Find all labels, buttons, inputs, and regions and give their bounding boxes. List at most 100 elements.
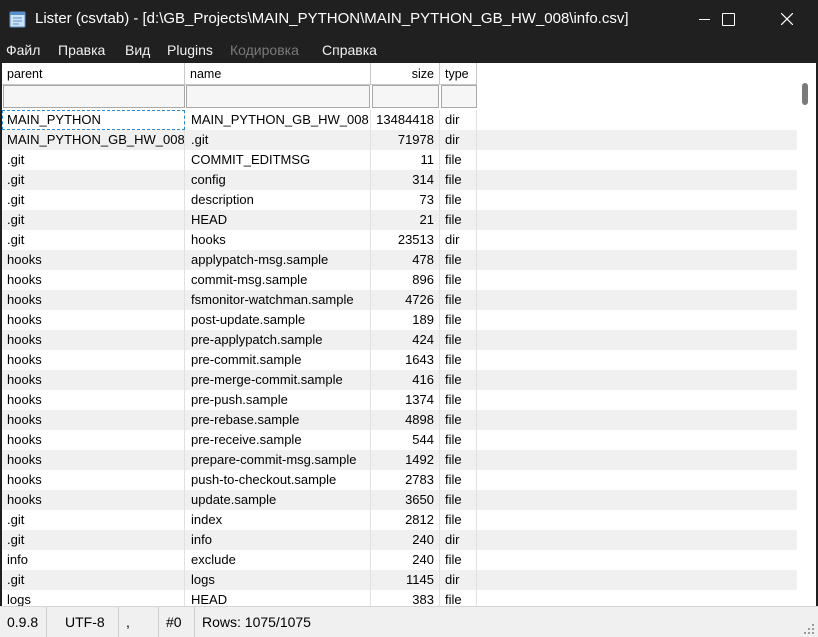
table-row[interactable]: .git COMMIT_EDITMSG 11 file <box>2 150 797 170</box>
cell-size[interactable]: 13484418 <box>371 110 440 130</box>
cell-name[interactable]: fsmonitor-watchman.sample <box>185 290 371 310</box>
table-row[interactable]: .git logs 1145 dir <box>2 570 797 590</box>
cell-size[interactable]: 240 <box>371 530 440 550</box>
table-row[interactable]: .git hooks 23513 dir <box>2 230 797 250</box>
cell-parent[interactable]: hooks <box>2 270 185 290</box>
cell-name[interactable]: pre-commit.sample <box>185 350 371 370</box>
cell-type[interactable]: dir <box>440 110 477 130</box>
cell-type[interactable]: file <box>440 310 477 330</box>
cell-type[interactable]: dir <box>440 570 477 590</box>
cell-parent[interactable]: hooks <box>2 370 185 390</box>
cell-type[interactable]: file <box>440 170 477 190</box>
cell-name[interactable]: post-update.sample <box>185 310 371 330</box>
cell-size[interactable]: 1492 <box>371 450 440 470</box>
cell-parent[interactable]: logs <box>2 590 185 606</box>
table-row[interactable]: .git description 73 file <box>2 190 797 210</box>
cell-size[interactable]: 11 <box>371 150 440 170</box>
cell-parent[interactable]: hooks <box>2 390 185 410</box>
table-row[interactable]: info exclude 240 file <box>2 550 797 570</box>
cell-size[interactable]: 314 <box>371 170 440 190</box>
resize-grip-icon[interactable] <box>803 622 815 634</box>
cell-name[interactable]: HEAD <box>185 590 371 606</box>
cell-type[interactable]: file <box>440 370 477 390</box>
cell-size[interactable]: 416 <box>371 370 440 390</box>
cell-size[interactable]: 1145 <box>371 570 440 590</box>
cell-parent[interactable]: hooks <box>2 470 185 490</box>
cell-type[interactable]: file <box>440 470 477 490</box>
table-row[interactable]: hooks pre-push.sample 1374 file <box>2 390 797 410</box>
table-row[interactable]: hooks applypatch-msg.sample 478 file <box>2 250 797 270</box>
cell-size[interactable]: 1374 <box>371 390 440 410</box>
vertical-scrollbar[interactable] <box>797 63 816 606</box>
table-row[interactable]: .git config 314 file <box>2 170 797 190</box>
cell-name[interactable]: pre-merge-commit.sample <box>185 370 371 390</box>
cell-parent[interactable]: hooks <box>2 490 185 510</box>
cell-parent[interactable]: hooks <box>2 250 185 270</box>
cell-size[interactable]: 2812 <box>371 510 440 530</box>
table-row[interactable]: .git index 2812 file <box>2 510 797 530</box>
cell-name[interactable]: commit-msg.sample <box>185 270 371 290</box>
cell-type[interactable]: file <box>440 550 477 570</box>
cell-name[interactable]: pre-push.sample <box>185 390 371 410</box>
cell-type[interactable]: file <box>440 350 477 370</box>
cell-name[interactable]: push-to-checkout.sample <box>185 470 371 490</box>
cell-size[interactable]: 240 <box>371 550 440 570</box>
cell-size[interactable]: 4726 <box>371 290 440 310</box>
cell-name[interactable]: MAIN_PYTHON_GB_HW_008 <box>185 110 371 130</box>
cell-name[interactable]: HEAD <box>185 210 371 230</box>
cell-parent[interactable]: .git <box>2 210 185 230</box>
cell-parent[interactable]: .git <box>2 230 185 250</box>
cell-size[interactable]: 71978 <box>371 130 440 150</box>
cell-size[interactable]: 2783 <box>371 470 440 490</box>
cell-type[interactable]: file <box>440 270 477 290</box>
cell-name[interactable]: hooks <box>185 230 371 250</box>
cell-parent[interactable]: .git <box>2 510 185 530</box>
cell-parent[interactable]: hooks <box>2 450 185 470</box>
table-row[interactable]: hooks commit-msg.sample 896 file <box>2 270 797 290</box>
cell-size[interactable]: 424 <box>371 330 440 350</box>
cell-name[interactable]: description <box>185 190 371 210</box>
cell-type[interactable]: file <box>440 410 477 430</box>
cell-type[interactable]: file <box>440 290 477 310</box>
cell-name[interactable]: index <box>185 510 371 530</box>
cell-size[interactable]: 1643 <box>371 350 440 370</box>
cell-name[interactable]: prepare-commit-msg.sample <box>185 450 371 470</box>
cell-parent[interactable]: MAIN_PYTHON <box>2 110 185 130</box>
table-row[interactable]: hooks pre-commit.sample 1643 file <box>2 350 797 370</box>
cell-type[interactable]: file <box>440 510 477 530</box>
cell-parent[interactable]: hooks <box>2 410 185 430</box>
column-header-type[interactable]: type <box>440 63 477 85</box>
menu-edit[interactable]: Правка <box>58 42 105 58</box>
table-row[interactable]: logs HEAD 383 file <box>2 590 797 606</box>
table-row[interactable]: hooks fsmonitor-watchman.sample 4726 file <box>2 290 797 310</box>
cell-name[interactable]: config <box>185 170 371 190</box>
table-row[interactable]: hooks pre-rebase.sample 4898 file <box>2 410 797 430</box>
scrollbar-thumb[interactable] <box>802 83 808 105</box>
cell-parent[interactable]: .git <box>2 530 185 550</box>
cell-parent[interactable]: info <box>2 550 185 570</box>
table-row[interactable]: hooks pre-receive.sample 544 file <box>2 430 797 450</box>
cell-name[interactable]: COMMIT_EDITMSG <box>185 150 371 170</box>
cell-name[interactable]: pre-rebase.sample <box>185 410 371 430</box>
cell-name[interactable]: logs <box>185 570 371 590</box>
filter-input-name[interactable] <box>186 85 370 108</box>
cell-type[interactable]: file <box>440 390 477 410</box>
menu-plugins[interactable]: Plugins <box>167 42 213 58</box>
cell-type[interactable]: file <box>440 450 477 470</box>
cell-type[interactable]: dir <box>440 130 477 150</box>
cell-name[interactable]: update.sample <box>185 490 371 510</box>
table-row[interactable]: hooks prepare-commit-msg.sample 1492 file <box>2 450 797 470</box>
cell-name[interactable]: exclude <box>185 550 371 570</box>
menu-view[interactable]: Вид <box>125 42 150 58</box>
column-header-size[interactable]: size <box>371 63 440 85</box>
cell-name[interactable]: pre-receive.sample <box>185 430 371 450</box>
cell-size[interactable]: 23513 <box>371 230 440 250</box>
cell-parent[interactable]: hooks <box>2 430 185 450</box>
menu-help[interactable]: Справка <box>322 42 377 58</box>
cell-name[interactable]: applypatch-msg.sample <box>185 250 371 270</box>
cell-size[interactable]: 478 <box>371 250 440 270</box>
filter-input-parent[interactable] <box>3 85 185 108</box>
cell-name[interactable]: info <box>185 530 371 550</box>
menu-encoding[interactable]: Кодировка <box>230 42 299 58</box>
cell-type[interactable]: file <box>440 210 477 230</box>
